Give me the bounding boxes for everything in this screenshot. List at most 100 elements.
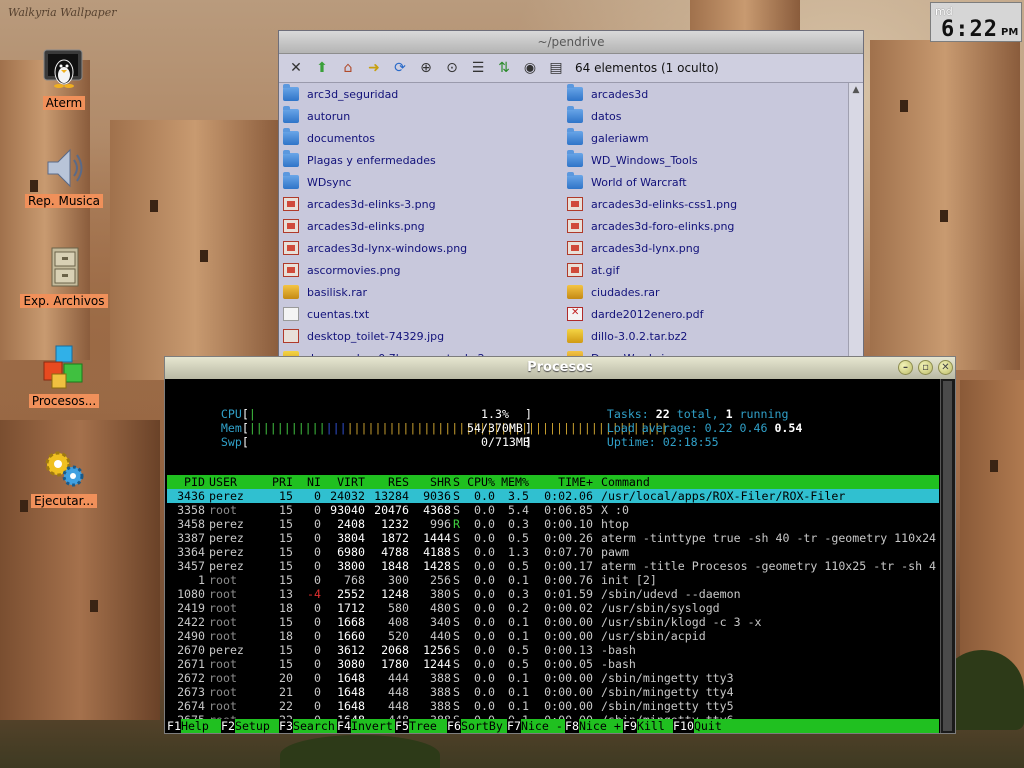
desktop-icon-aterm[interactable]: Aterm: [14, 46, 114, 110]
up-arrow-icon[interactable]: ⬆: [311, 57, 333, 79]
file-item[interactable]: at.gif: [563, 259, 619, 281]
process-row[interactable]: 3364 perez 15 0 6980 4788 4188 S 0.0 1.3 0:07.70 pa…: [167, 545, 939, 559]
process-row[interactable]: 3358 root 15 0 93040 20476 4368 S 0.0 5.4 0:06.85 X…: [167, 503, 939, 517]
file-item[interactable]: arcades3d-elinks-3.png: [279, 193, 436, 215]
column-header-time[interactable]: TIME+: [533, 475, 593, 489]
file-item[interactable]: cuentas.txt: [279, 303, 369, 325]
process-row[interactable]: 3387 perez 15 0 3804 1872 1444 S 0.0 0.5 0:00.26 at…: [167, 531, 939, 545]
fkey-nice-button[interactable]: F8Nice +: [565, 719, 621, 733]
fkey-key: F10: [673, 719, 694, 733]
file-item[interactable]: dillo-3.0.2.tar.bz2: [563, 325, 687, 347]
cell-time: 0:00.10: [544, 517, 593, 531]
process-row[interactable]: 3436 perez 15 0 24032 13284 9036 S 0.0 3.5 0:02.06…: [167, 489, 939, 503]
process-row[interactable]: 2674 root 22 0 1648 448 388 S 0.0 0.1 0:00.00/sbin…: [167, 699, 939, 713]
terminal-title-bar[interactable]: Procesos – ▫ ✕: [165, 357, 955, 379]
process-table-header[interactable]: PID USER PRI NI VIRT RES SHR S CPU% MEM% TIME+ Comm…: [167, 475, 939, 489]
file-item[interactable]: arcades3d-lynx-windows.png: [279, 237, 467, 259]
file-item[interactable]: arc3d_seguridad: [279, 83, 398, 105]
process-row[interactable]: 2422 root 15 0 1668 408 340 S 0.0 0.1 0:00.00/usr/…: [167, 615, 939, 629]
column-header-command[interactable]: Command: [601, 475, 941, 489]
details-icon[interactable]: ☰: [467, 57, 489, 79]
cell-pid: 3458: [177, 517, 205, 531]
view-icon[interactable]: ▤: [545, 57, 567, 79]
home-icon[interactable]: ⌂: [337, 57, 359, 79]
file-item[interactable]: datos: [563, 105, 622, 127]
fkey-kill-button[interactable]: F9Kill: [623, 719, 665, 733]
fkey-setup-button[interactable]: F2Setup: [221, 719, 270, 733]
column-header-virt[interactable]: VIRT: [323, 475, 365, 489]
terminal-scrollbar[interactable]: [940, 379, 955, 733]
column-header-s[interactable]: S: [453, 475, 463, 489]
terminal-scrollbar-thumb[interactable]: [943, 381, 952, 731]
desktop-icon-exp-archivos[interactable]: Exp. Archivos: [14, 244, 114, 308]
file-item[interactable]: World of Warcraft: [563, 171, 687, 193]
fkey-invert-button[interactable]: F4Invert: [337, 719, 393, 733]
cell-pid: 2490: [177, 629, 205, 643]
process-row[interactable]: 2673 root 21 0 1648 448 388 S 0.0 0.1 0:00.00/sbin…: [167, 685, 939, 699]
file-manager-title[interactable]: ~/pendrive: [279, 31, 863, 54]
process-row[interactable]: 3458 perez 15 0 2408 1232 996 R 0.0 0.3 0:00.10 hto…: [167, 517, 939, 531]
file-item[interactable]: arcades3d-foro-elinks.png: [563, 215, 734, 237]
minimize-button[interactable]: –: [898, 360, 913, 375]
fkey-tree-button[interactable]: F5Tree: [395, 719, 437, 733]
fkey-nice-button[interactable]: F7Nice -: [507, 719, 563, 733]
jpg-file-icon: [283, 329, 299, 343]
close-button[interactable]: ✕: [938, 360, 953, 375]
htop-screen[interactable]: CPU[| 1.3%] Mem[|||||||||||||||||||||||||…: [165, 379, 941, 733]
file-item[interactable]: arcades3d-lynx.png: [563, 237, 700, 259]
fkey-search-button[interactable]: F3Search: [279, 719, 335, 733]
scroll-up-icon[interactable]: ▲: [849, 83, 863, 97]
maximize-button[interactable]: ▫: [918, 360, 933, 375]
close-icon[interactable]: ✕: [285, 57, 307, 79]
file-item[interactable]: arcades3d-elinks.png: [279, 215, 425, 237]
file-item[interactable]: autorun: [279, 105, 350, 127]
clock-widget[interactable]: md 6:22 PM: [930, 2, 1022, 42]
process-row[interactable]: 2490 root 18 0 1660 520 440 S 0.0 0.1 0:00.00/usr/…: [167, 629, 939, 643]
file-item[interactable]: ascormovies.png: [279, 259, 401, 281]
process-row[interactable]: 2672 root 20 0 1648 444 388 S 0.0 0.1 0:00.00/sbin…: [167, 671, 939, 685]
sort-icon[interactable]: ⇅: [493, 57, 515, 79]
fkey-quit-button[interactable]: F10Quit: [673, 719, 722, 733]
file-item[interactable]: WDsync: [279, 171, 352, 193]
fkey-help-button[interactable]: F1Help: [167, 719, 209, 733]
column-header-user[interactable]: USER: [209, 475, 259, 489]
file-item[interactable]: WD_Windows_Tools: [563, 149, 698, 171]
file-item[interactable]: darde2012enero.pdf: [563, 303, 703, 325]
process-row[interactable]: 2670 perez 15 0 3612 2068 1256 S 0.0 0.5 0:00.13 -b…: [167, 643, 939, 657]
file-item[interactable]: ciudades.rar: [563, 281, 660, 303]
column-header-mem[interactable]: MEM%: [499, 475, 529, 489]
fkey-sortby-button[interactable]: F6SortBy: [447, 719, 503, 733]
refresh-icon[interactable]: ⟳: [389, 57, 411, 79]
desktop-icon-ejecutar[interactable]: Ejecutar...: [14, 444, 114, 508]
cell-s: S: [453, 657, 460, 671]
column-header-shr[interactable]: SHR: [413, 475, 451, 489]
column-header-pid[interactable]: PID: [175, 475, 205, 489]
file-item[interactable]: arcades3d-elinks-css1.png: [563, 193, 737, 215]
column-header-res[interactable]: RES: [369, 475, 409, 489]
process-row[interactable]: 1 root 15 0 768 300 256 S 0.0 0.1 0:00.76 init [2]: [167, 573, 939, 587]
cell-pid: 3436: [177, 489, 205, 503]
file-item[interactable]: desktop_toilet-74329.jpg: [279, 325, 444, 347]
zoom-in-icon[interactable]: ⊕: [415, 57, 437, 79]
file-item[interactable]: galeriawm: [563, 127, 649, 149]
zoom-fit-icon[interactable]: ⊙: [441, 57, 463, 79]
cell-s: S: [453, 643, 460, 657]
process-row[interactable]: 1080 root 13 -4 2552 1248 380 S 0.0 0.3 0:01.59/sb…: [167, 587, 939, 601]
file-item[interactable]: documentos: [279, 127, 375, 149]
file-item[interactable]: Plagas y enfermedades: [279, 149, 436, 171]
desktop-icon-procesos[interactable]: Procesos...: [14, 344, 114, 408]
column-header-pri[interactable]: PRI: [263, 475, 293, 489]
eye-icon[interactable]: ◉: [519, 57, 541, 79]
process-row[interactable]: 2671 root 15 0 3080 1780 1244 S 0.0 0.5 0:00.05 -ba…: [167, 657, 939, 671]
process-row[interactable]: 2419 root 18 0 1712 580 480 S 0.0 0.2 0:00.02/usr/…: [167, 601, 939, 615]
file-item[interactable]: basilisk.rar: [279, 281, 367, 303]
file-list-scrollbar[interactable]: ▲: [848, 83, 863, 359]
desktop-icon-rep-musica[interactable]: Rep. Musica: [14, 144, 114, 208]
column-header-ni[interactable]: NI: [295, 475, 321, 489]
file-manager-window[interactable]: ~/pendrive ✕ ⬆ ⌂ ➜ ⟳ ⊕ ⊙ ☰ ⇅ ◉ ▤ 64 elem…: [278, 30, 864, 360]
terminal-window[interactable]: Procesos – ▫ ✕ CPU[| 1.3%] Mem[||||||||||…: [164, 356, 956, 734]
forward-icon[interactable]: ➜: [363, 57, 385, 79]
file-item[interactable]: arcades3d: [563, 83, 648, 105]
column-header-cpu[interactable]: CPU%: [465, 475, 495, 489]
process-row[interactable]: 3457 perez 15 0 3800 1848 1428 S 0.0 0.5 0:00.17 at…: [167, 559, 939, 573]
